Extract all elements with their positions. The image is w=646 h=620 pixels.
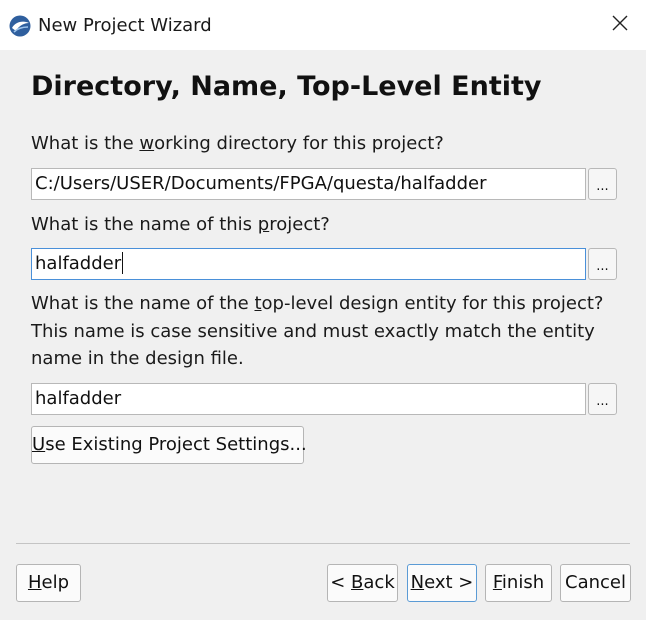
cancel-button[interactable]: Cancel [560, 564, 631, 602]
title-bar: New Project Wizard [0, 0, 646, 50]
window-title: New Project Wizard [38, 15, 212, 36]
top-level-entity-hint-line1: This name is case sensitive and must exa… [31, 321, 595, 342]
back-button[interactable]: < Back [327, 564, 398, 602]
footer-separator [16, 543, 630, 544]
top-level-entity-input[interactable]: halfadder [31, 383, 586, 415]
working-directory-browse-button[interactable]: ... [588, 168, 617, 200]
quartus-globe-icon [8, 14, 32, 38]
close-button[interactable] [598, 6, 642, 44]
project-name-input[interactable]: halfadder [31, 248, 586, 280]
top-level-entity-hint-line2: name in the design file. [31, 348, 244, 369]
page-title: Directory, Name, Top-Level Entity [31, 71, 542, 102]
help-button[interactable]: Help [16, 564, 81, 602]
project-name-label: What is the name of this project? [31, 214, 330, 235]
text-caret [122, 251, 124, 274]
close-icon [611, 14, 629, 36]
finish-button[interactable]: Finish [485, 564, 552, 602]
top-level-entity-browse-button[interactable]: ... [588, 383, 617, 415]
top-level-entity-label: What is the name of the top-level design… [31, 293, 604, 314]
working-directory-input[interactable]: C:/Users/USER/Documents/FPGA/questa/half… [31, 168, 586, 200]
use-existing-project-settings-button[interactable]: Use Existing Project Settings... [31, 426, 307, 464]
project-name-value: halfadder [35, 253, 122, 274]
project-name-browse-button[interactable]: ... [588, 248, 617, 280]
next-button[interactable]: Next > [407, 564, 477, 602]
working-directory-label: What is the working directory for this p… [31, 133, 444, 154]
